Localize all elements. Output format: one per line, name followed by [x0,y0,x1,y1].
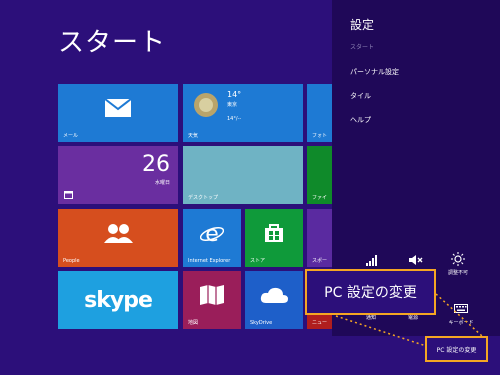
change-pc-settings-link[interactable]: PC 設定の変更 [425,336,488,362]
pc-settings-callout: PC 設定の変更 [305,269,436,315]
callout-connector [335,293,483,347]
